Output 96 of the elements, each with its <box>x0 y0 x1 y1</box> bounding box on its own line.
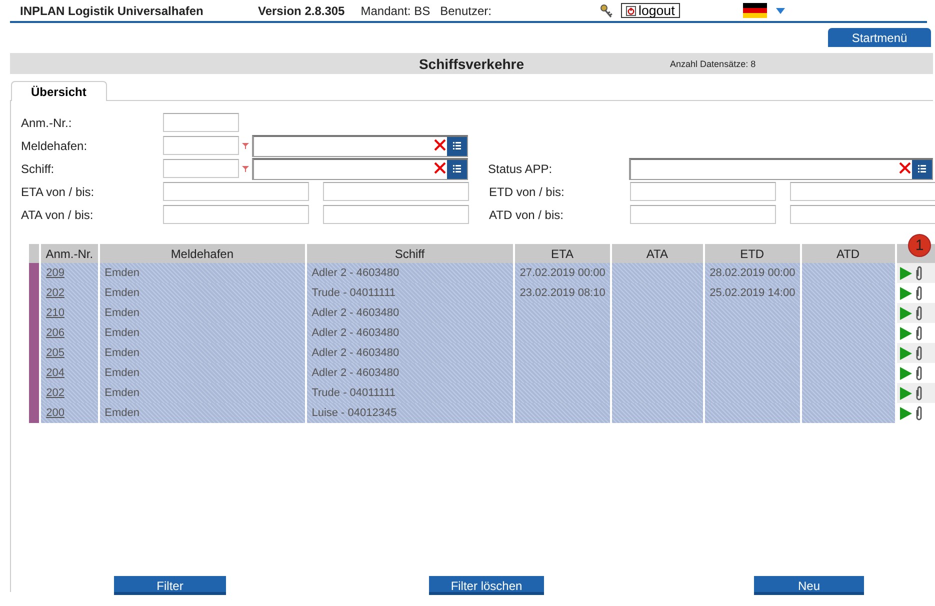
input-field[interactable] <box>790 205 935 224</box>
table-cell: Emden <box>104 267 140 279</box>
field-label: ATA von / bis: <box>21 208 94 222</box>
record-count: Anzahl Datensätze: 8 <box>670 58 756 68</box>
play-icon[interactable] <box>900 326 912 340</box>
input-field[interactable] <box>630 205 776 224</box>
logout-button[interactable]: logout <box>621 3 680 18</box>
table-cell: Emden <box>104 327 140 339</box>
table-cell: Trude - 04011111 <box>312 387 396 399</box>
table-cell: Luise - 04012345 <box>312 407 397 419</box>
paperclip-icon[interactable] <box>914 306 923 320</box>
table-cell: Emden <box>104 307 140 319</box>
table-cell: Emden <box>104 287 140 299</box>
table-cell: Adler 2 - 4603480 <box>312 327 400 339</box>
table-cell: Adler 2 - 4603480 <box>312 367 400 379</box>
list-icon <box>452 141 462 151</box>
table-cell: Emden <box>104 387 140 399</box>
record-link[interactable]: 205 <box>46 347 64 359</box>
play-icon[interactable] <box>900 406 912 420</box>
play-icon[interactable] <box>900 366 912 380</box>
table-cell: 23.02.2019 08:10 <box>520 287 606 299</box>
start-menu-button[interactable]: Startmenü <box>828 28 931 47</box>
column-header[interactable]: Meldehafen <box>100 244 305 263</box>
list-icon <box>917 164 927 174</box>
play-icon[interactable] <box>900 266 912 280</box>
field-label: ETA von / bis: <box>21 184 96 198</box>
column-header[interactable]: ATA <box>612 244 703 263</box>
version-label: Version 2.8.305 <box>258 4 345 18</box>
field-label: ATD von / bis: <box>489 208 564 222</box>
action-button[interactable]: Filter löschen <box>429 576 544 595</box>
input-field[interactable] <box>163 159 239 178</box>
record-link[interactable]: 209 <box>46 267 64 279</box>
lookup-field[interactable] <box>252 134 468 156</box>
column-header[interactable]: Anm.-Nr. <box>41 244 98 263</box>
record-link[interactable]: 204 <box>46 367 64 379</box>
lookup-field[interactable] <box>252 158 468 180</box>
page-title: Schiffsverkehre <box>418 56 524 72</box>
column-header[interactable]: ETD <box>704 244 800 263</box>
key-icon[interactable] <box>599 4 616 18</box>
table-cell: Emden <box>104 407 140 419</box>
user-label: Benutzer: <box>440 4 492 18</box>
play-icon[interactable] <box>900 386 912 400</box>
field-label: Schiff: <box>21 162 56 176</box>
table-cell: 25.02.2019 14:00 <box>710 287 796 299</box>
list-button[interactable] <box>912 160 932 178</box>
field-label: Anm.-Nr.: <box>21 116 73 130</box>
paperclip-icon[interactable] <box>914 266 923 280</box>
record-link[interactable]: 200 <box>46 407 64 419</box>
table-cell: Emden <box>104 347 140 359</box>
play-icon[interactable] <box>900 306 912 320</box>
input-field[interactable] <box>630 182 776 201</box>
input-field[interactable] <box>163 136 239 155</box>
table-cell: 28.02.2019 00:00 <box>710 267 796 279</box>
lookup-field[interactable] <box>629 158 933 180</box>
input-field[interactable] <box>163 205 309 224</box>
paperclip-icon[interactable] <box>914 286 923 300</box>
annotation-badge: 1 <box>908 234 931 257</box>
input-field[interactable] <box>790 182 935 201</box>
play-icon[interactable] <box>900 286 912 300</box>
field-label: Status APP: <box>488 162 554 176</box>
table-cell: 27.02.2019 00:00 <box>520 267 606 279</box>
german-flag-icon[interactable] <box>742 3 767 18</box>
table-cell: Emden <box>104 367 140 379</box>
input-field[interactable] <box>163 113 239 132</box>
list-button[interactable] <box>447 160 467 178</box>
paperclip-icon[interactable] <box>914 386 923 400</box>
tenant-label: Mandant: BS <box>360 4 430 18</box>
column-header[interactable]: ETA <box>514 244 610 263</box>
paperclip-icon[interactable] <box>914 346 923 360</box>
list-button[interactable] <box>447 136 467 156</box>
paperclip-icon[interactable] <box>914 326 923 340</box>
input-field[interactable] <box>323 182 469 201</box>
action-button[interactable]: Filter <box>114 576 226 595</box>
table-cell: Trude - 04011111 <box>312 287 396 299</box>
app-title: INPLAN Logistik Universalhafen <box>20 4 204 18</box>
table-cell: Adler 2 - 4603480 <box>312 307 400 319</box>
record-link[interactable]: 202 <box>46 287 64 299</box>
caret-icon[interactable] <box>776 8 785 14</box>
paperclip-icon[interactable] <box>914 406 923 420</box>
input-field[interactable] <box>163 182 309 201</box>
table-cell: Adler 2 - 4603480 <box>312 347 400 359</box>
column-header[interactable]: ATD <box>802 244 894 263</box>
paperclip-icon[interactable] <box>914 366 923 380</box>
record-link[interactable]: 210 <box>46 307 64 319</box>
power-icon <box>626 6 636 16</box>
input-field[interactable] <box>323 205 469 224</box>
action-button[interactable]: Neu <box>754 576 864 595</box>
tab[interactable]: Übersicht <box>11 81 108 101</box>
field-label: Meldehafen: <box>21 138 88 152</box>
list-icon <box>452 164 462 174</box>
play-icon[interactable] <box>900 346 912 360</box>
record-link[interactable]: 206 <box>46 327 64 339</box>
field-label: ETD von / bis: <box>489 184 566 198</box>
record-link[interactable]: 202 <box>46 387 64 399</box>
column-header[interactable]: Schiff <box>306 244 513 263</box>
table-cell: Adler 2 - 4603480 <box>312 267 400 279</box>
